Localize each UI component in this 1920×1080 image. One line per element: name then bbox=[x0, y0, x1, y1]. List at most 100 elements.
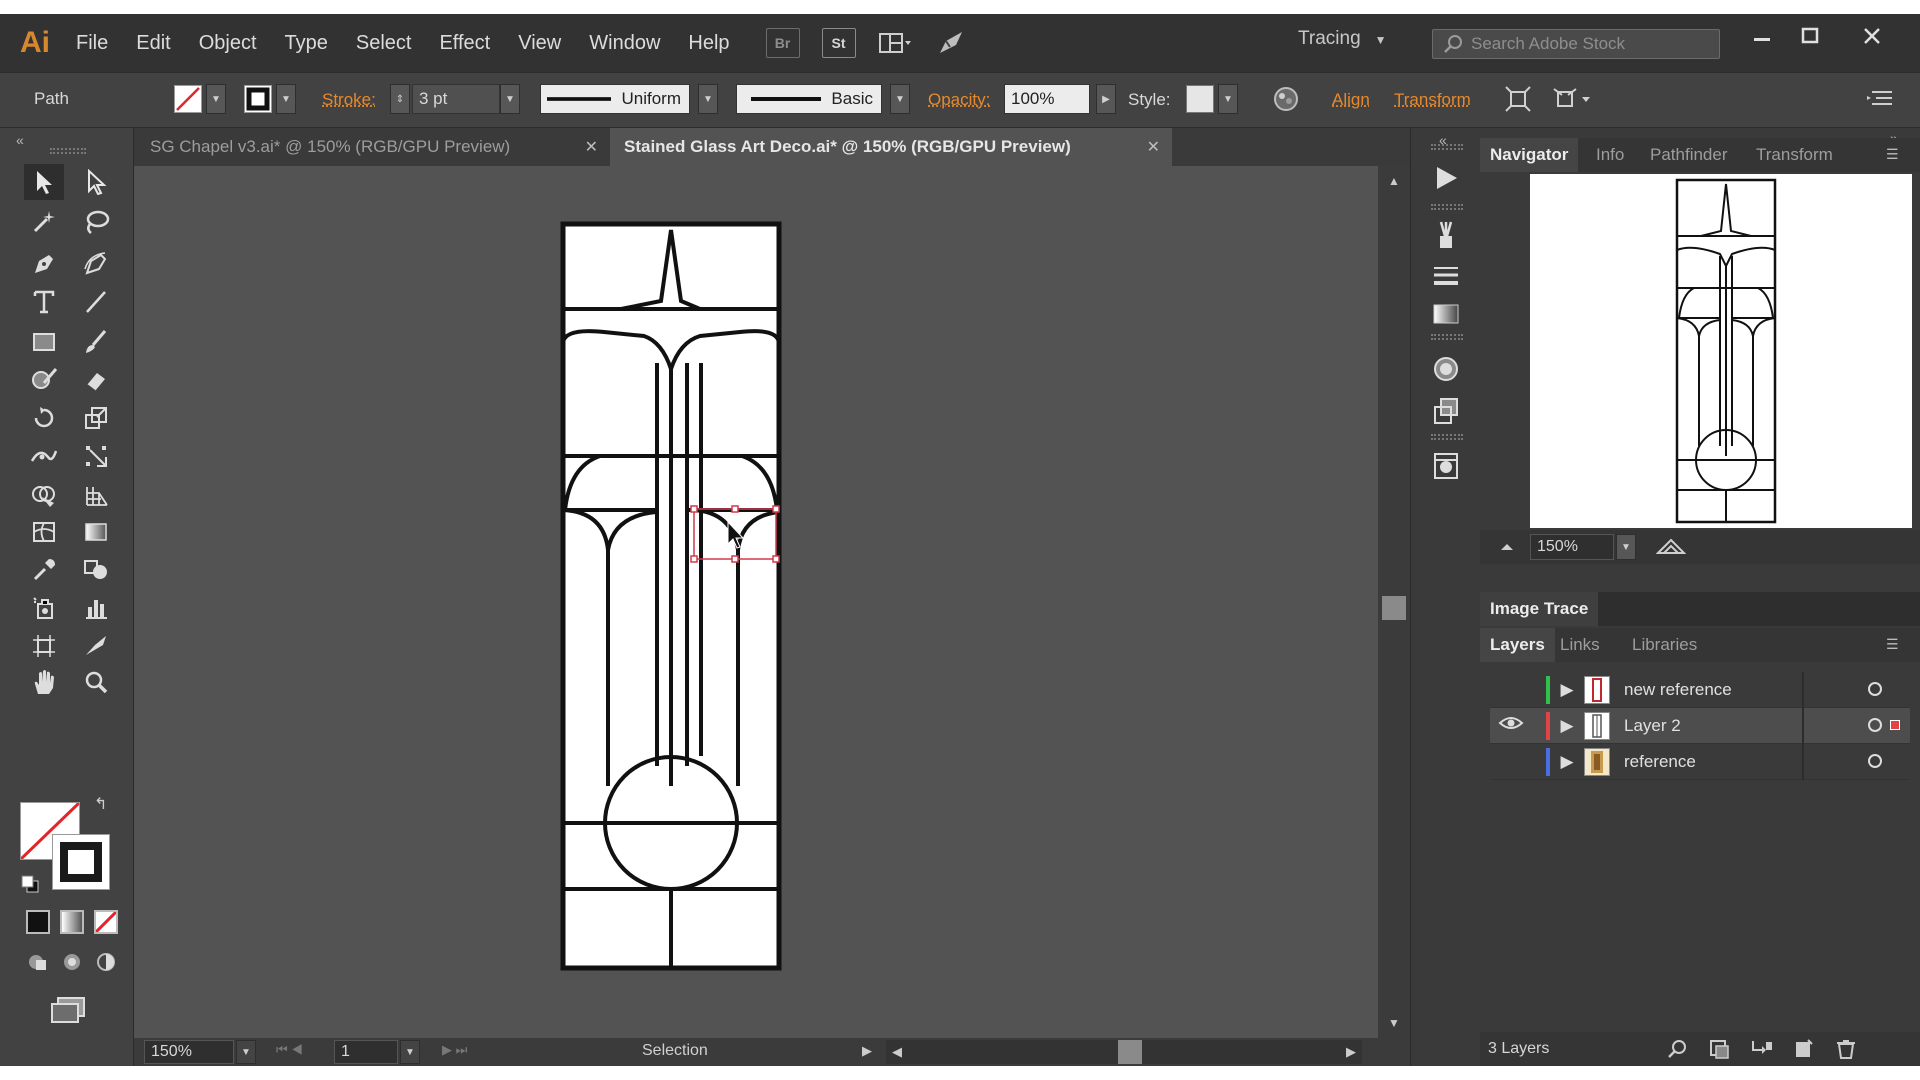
tab-layers[interactable]: Layers bbox=[1480, 628, 1555, 662]
target-icon[interactable] bbox=[1868, 718, 1882, 732]
opacity-slider-toggle[interactable]: ▶ bbox=[1096, 84, 1116, 114]
artboard-tool-icon[interactable] bbox=[24, 628, 64, 664]
close-window-button[interactable] bbox=[1862, 26, 1882, 52]
stock-button[interactable]: St bbox=[821, 28, 856, 58]
paintbrush-tool-icon[interactable] bbox=[76, 324, 116, 360]
maximize-button[interactable] bbox=[1800, 26, 1820, 52]
layer-row[interactable]: ▶ new reference bbox=[1490, 672, 1910, 708]
brush-definition[interactable]: Basic bbox=[736, 84, 882, 114]
layer-name[interactable]: reference bbox=[1624, 752, 1696, 772]
menu-effect[interactable]: Effect bbox=[425, 32, 504, 55]
width-tool-icon[interactable] bbox=[24, 438, 64, 474]
last-artboard-icon[interactable]: ▶ ⏭ bbox=[442, 1042, 467, 1058]
mesh-tool-icon[interactable] bbox=[24, 514, 64, 550]
color-mode-icon[interactable] bbox=[26, 910, 50, 934]
scroll-thumb[interactable] bbox=[1382, 596, 1406, 620]
menu-window[interactable]: Window bbox=[575, 32, 674, 55]
selection-tool-icon[interactable] bbox=[24, 164, 64, 200]
expand-triangle-icon[interactable]: ▶ bbox=[1550, 680, 1584, 700]
screen-mode-icon[interactable] bbox=[48, 994, 88, 1024]
zoom-level-field[interactable]: 150% bbox=[144, 1040, 234, 1064]
first-artboard-icon[interactable]: ⏮ ◀ bbox=[276, 1042, 303, 1058]
control-panel-menu-icon[interactable] bbox=[1866, 87, 1894, 114]
default-fill-stroke-icon[interactable] bbox=[20, 874, 40, 894]
dock-grip[interactable] bbox=[1431, 434, 1463, 440]
minimize-button[interactable] bbox=[1752, 26, 1772, 52]
image-trace-panel-icon[interactable] bbox=[1431, 450, 1461, 487]
delete-layer-icon[interactable] bbox=[1834, 1038, 1858, 1060]
align-link[interactable]: Align bbox=[1332, 90, 1370, 110]
tab-pathfinder[interactable]: Pathfinder bbox=[1640, 138, 1738, 172]
zoom-tool-icon[interactable] bbox=[76, 664, 116, 700]
arrange-icon[interactable] bbox=[1552, 85, 1592, 118]
opacity-field[interactable]: 100% bbox=[1004, 84, 1090, 114]
shape-builder-tool-icon[interactable] bbox=[24, 478, 64, 514]
scale-tool-icon[interactable] bbox=[76, 400, 116, 436]
make-clipping-mask-icon[interactable] bbox=[1708, 1038, 1732, 1060]
draw-behind-icon[interactable] bbox=[60, 950, 84, 974]
transform-link[interactable]: Transform bbox=[1394, 90, 1471, 110]
fill-dropdown[interactable]: ▼ bbox=[206, 84, 226, 114]
tab-libraries[interactable]: Libraries bbox=[1622, 628, 1707, 662]
artboard-number-field[interactable]: 1 bbox=[334, 1040, 398, 1064]
search-adobe-stock-input[interactable]: Search Adobe Stock bbox=[1432, 29, 1720, 59]
tab-navigator[interactable]: Navigator bbox=[1480, 138, 1579, 172]
tab-links[interactable]: Links bbox=[1550, 628, 1610, 662]
menu-edit[interactable]: Edit bbox=[122, 32, 184, 55]
expand-triangle-icon[interactable]: ▶ bbox=[1550, 716, 1584, 736]
variable-width-profile[interactable]: Uniform bbox=[540, 84, 690, 114]
graphic-style-swatch[interactable] bbox=[1186, 85, 1214, 113]
layers-panel-menu-icon[interactable]: ☰ bbox=[1886, 636, 1899, 653]
actions-play-icon[interactable] bbox=[1431, 164, 1461, 197]
tab-transform[interactable]: Transform bbox=[1746, 138, 1843, 172]
workspace-switcher[interactable]: Tracing ▼ bbox=[1298, 28, 1387, 50]
close-icon[interactable]: ✕ bbox=[585, 137, 598, 157]
zoom-out-icon[interactable] bbox=[1498, 536, 1516, 559]
stained-glass-artwork[interactable] bbox=[134, 166, 1378, 1038]
gradient-mode-icon[interactable] bbox=[60, 910, 84, 934]
draw-inside-icon[interactable] bbox=[94, 950, 118, 974]
opacity-label[interactable]: Opacity: bbox=[928, 90, 990, 110]
symbol-sprayer-tool-icon[interactable] bbox=[24, 590, 64, 626]
navigator-zoom-field[interactable]: 150% bbox=[1530, 534, 1614, 560]
layer-name[interactable]: Layer 2 bbox=[1624, 716, 1681, 736]
menu-view[interactable]: View bbox=[504, 32, 575, 55]
scroll-right-icon[interactable]: ▶ bbox=[1346, 1044, 1356, 1060]
tab-info[interactable]: Info bbox=[1586, 138, 1634, 172]
stroke-panel-icon[interactable] bbox=[1431, 264, 1461, 293]
draw-normal-icon[interactable] bbox=[26, 950, 50, 974]
none-mode-icon[interactable] bbox=[94, 910, 118, 934]
h-scroll-thumb[interactable] bbox=[1118, 1040, 1142, 1064]
layer-row[interactable]: ▶ reference bbox=[1490, 744, 1910, 780]
recolor-artwork-icon[interactable] bbox=[1272, 85, 1300, 118]
artboard-canvas[interactable] bbox=[134, 166, 1378, 1038]
selected-art-indicator[interactable] bbox=[1890, 720, 1900, 730]
pen-tool-icon[interactable] bbox=[24, 246, 64, 282]
rotate-tool-icon[interactable] bbox=[24, 400, 64, 436]
menu-type[interactable]: Type bbox=[271, 32, 342, 55]
create-sublayer-icon[interactable] bbox=[1750, 1038, 1774, 1060]
direct-selection-tool-icon[interactable] bbox=[76, 164, 116, 200]
lasso-tool-icon[interactable] bbox=[76, 204, 116, 240]
arrange-documents-icon[interactable] bbox=[878, 28, 912, 58]
panel-menu-icon[interactable]: ☰ bbox=[1886, 146, 1899, 163]
fill-swatch[interactable] bbox=[174, 85, 202, 113]
stroke-weight-dropdown[interactable]: ▼ bbox=[500, 84, 520, 114]
brushes-icon[interactable] bbox=[1431, 220, 1461, 257]
profile-dropdown[interactable]: ▼ bbox=[698, 84, 718, 114]
appearance-icon[interactable] bbox=[1431, 354, 1461, 389]
close-icon[interactable]: ✕ bbox=[1147, 137, 1160, 157]
dock-grip[interactable] bbox=[1431, 144, 1463, 150]
dock-grip[interactable] bbox=[1431, 334, 1463, 340]
toolbar-grip[interactable] bbox=[50, 148, 86, 154]
scroll-down-icon[interactable]: ▼ bbox=[1388, 1016, 1400, 1030]
eyedropper-tool-icon[interactable] bbox=[24, 552, 64, 588]
stroke-stepper[interactable]: ⇕ bbox=[390, 84, 410, 114]
locate-object-icon[interactable] bbox=[1666, 1038, 1690, 1060]
layer-row[interactable]: ▶ Layer 2 bbox=[1490, 708, 1910, 744]
gradient-panel-icon[interactable] bbox=[1431, 302, 1461, 331]
dock-grip[interactable] bbox=[1431, 204, 1463, 210]
column-graph-tool-icon[interactable] bbox=[76, 590, 116, 626]
perspective-grid-tool-icon[interactable] bbox=[76, 478, 116, 514]
free-transform-tool-icon[interactable] bbox=[76, 438, 116, 474]
